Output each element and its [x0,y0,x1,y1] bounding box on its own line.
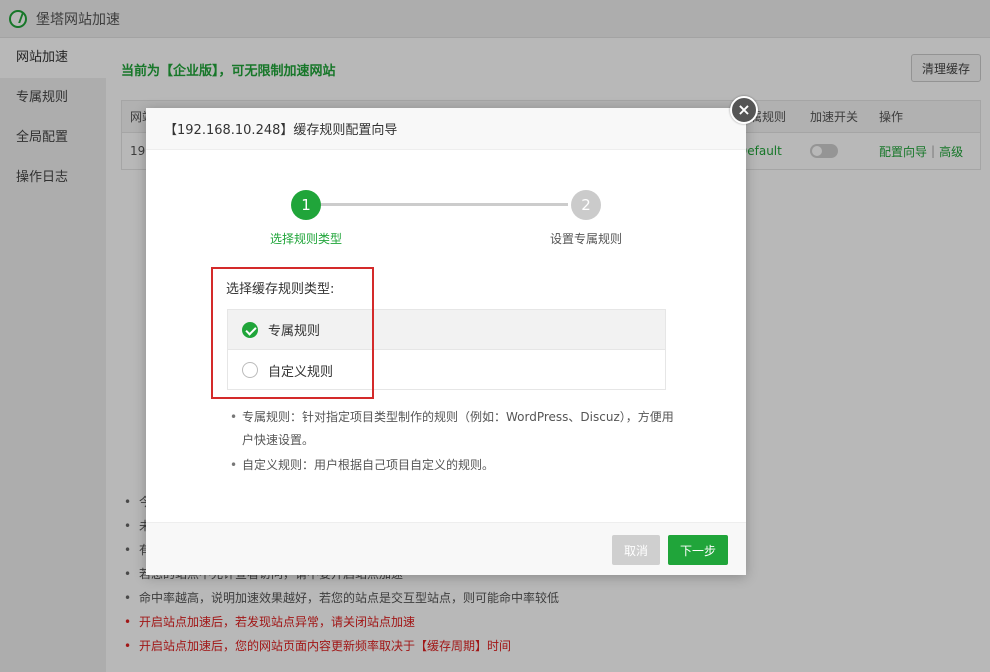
help-item: 专属规则：针对指定项目类型制作的规则（例如：WordPress、Discuz），… [226,406,676,452]
help-item: 自定义规则：用户根据自己项目自定义的规则。 [226,454,676,477]
next-step-button[interactable]: 下一步 [668,535,728,565]
dialog-title: 【192.168.10.248】缓存规则配置向导 [146,108,746,150]
stepper-track [320,203,568,206]
step-1-indicator: 1 [291,190,321,220]
help-list: 专属规则：针对指定项目类型制作的规则（例如：WordPress、Discuz），… [226,406,676,477]
step-1-label: 选择规则类型 [269,232,342,246]
highlight-annotation [211,267,374,399]
step-2-label: 设置专属规则 [549,232,622,246]
cache-rule-wizard-dialog: 【192.168.10.248】缓存规则配置向导 × 1 2 选择规则类型 设置… [146,96,758,575]
step-2-indicator: 2 [571,190,601,220]
close-icon[interactable]: × [730,96,758,124]
cancel-button[interactable]: 取消 [612,535,660,565]
dialog-footer: 取消 下一步 [146,522,746,575]
